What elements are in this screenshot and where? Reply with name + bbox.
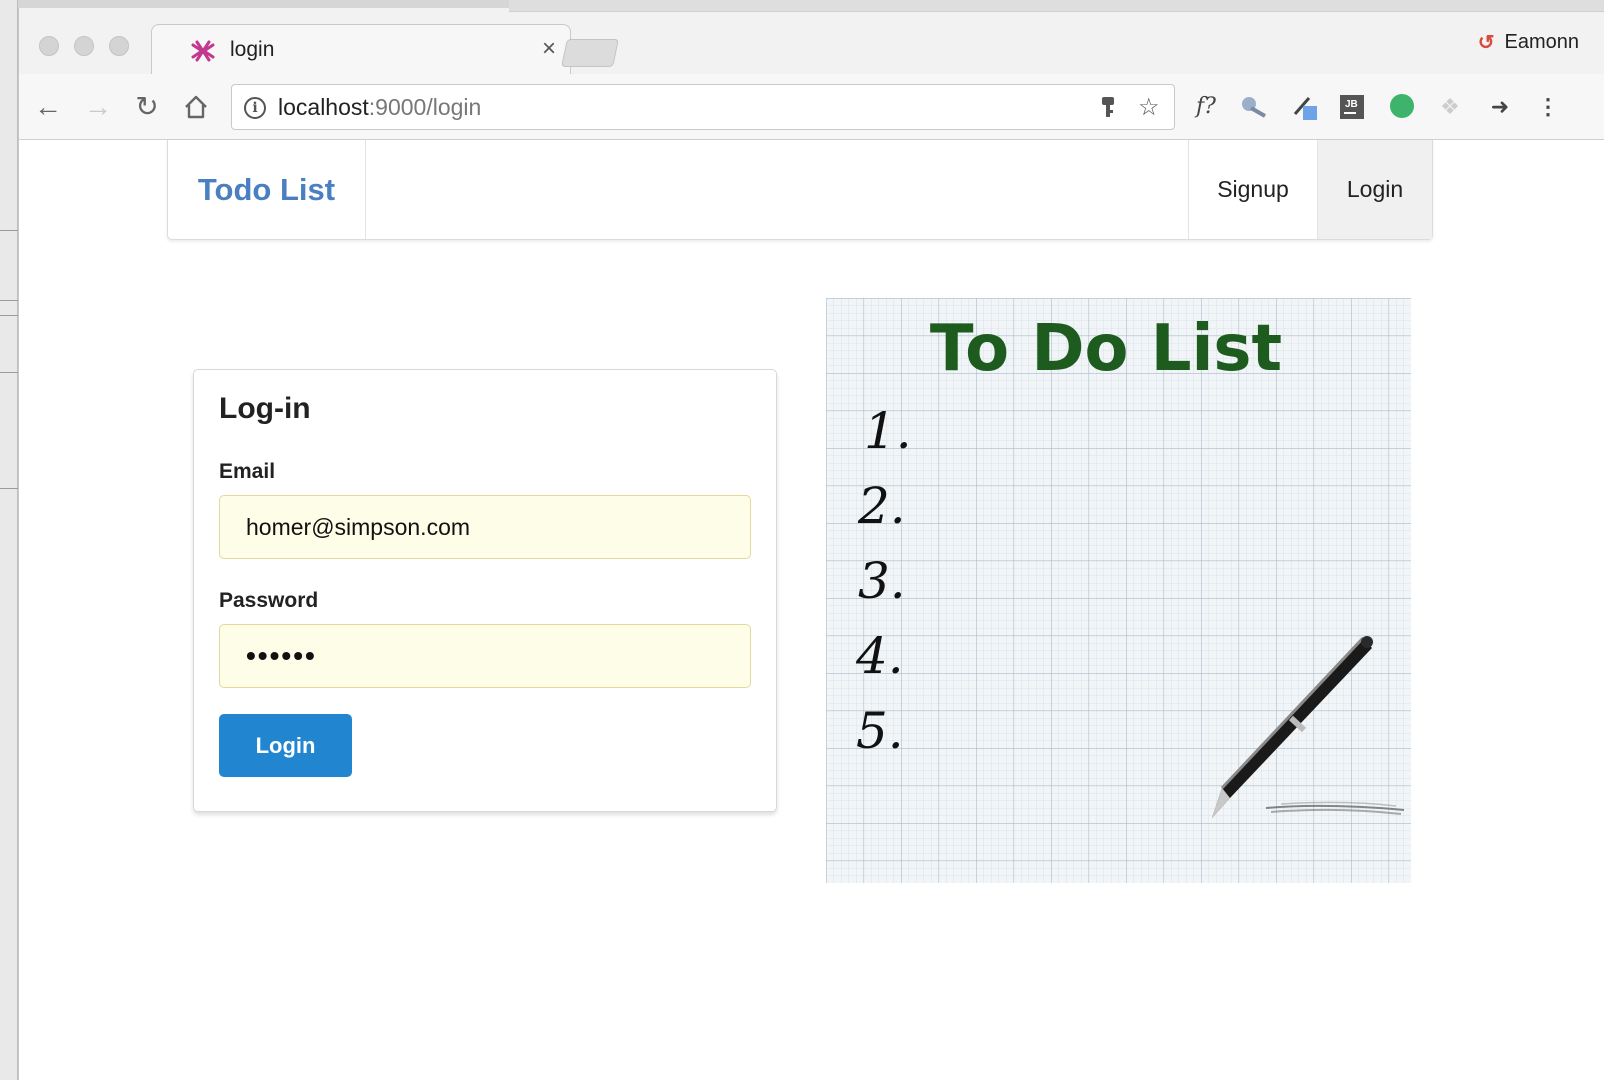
site-info-icon[interactable]: i xyxy=(244,97,266,119)
desktop-background xyxy=(0,0,18,1080)
password-label: Password xyxy=(219,589,319,612)
dropbox-extension-icon[interactable]: ❖ xyxy=(1435,92,1465,122)
reload-icon[interactable]: ↻ xyxy=(130,90,164,124)
login-card: Log-in Email homer@simpson.com Password … xyxy=(193,369,777,812)
email-label: Email xyxy=(219,460,276,483)
jetbrains-extension-icon[interactable]: JB xyxy=(1337,92,1367,122)
top-navbar: Todo List Signup Login xyxy=(167,140,1433,240)
color-picker-extension-icon[interactable] xyxy=(1289,92,1319,122)
green-extension-icon[interactable] xyxy=(1387,92,1417,122)
home-icon[interactable] xyxy=(179,90,213,124)
nav-signup-link[interactable]: Signup xyxy=(1188,140,1317,239)
tab-strip: login × ↺ Eamonn xyxy=(19,0,1604,76)
maximize-window-button[interactable] xyxy=(109,36,129,56)
minimize-window-button[interactable] xyxy=(74,36,94,56)
new-tab-button[interactable] xyxy=(561,39,619,67)
url-text[interactable]: localhost:9000/login xyxy=(278,94,481,121)
sync-error-icon: ↺ xyxy=(1477,32,1495,54)
email-field[interactable]: homer@simpson.com xyxy=(219,495,751,559)
illustration-title: To Do List xyxy=(930,312,1282,386)
tab-title: login xyxy=(230,38,275,61)
tab-strip-background xyxy=(509,0,1604,12)
browser-toolbar: ← → ↻ i localhost:9000/login ☆ f? JB ❖ ➜ xyxy=(19,74,1604,140)
todo-list-illustration: To Do List 1. 2. 3. 4. 5. xyxy=(826,298,1411,883)
svg-text:JB: JB xyxy=(1345,99,1358,110)
menu-icon[interactable]: ⋮ xyxy=(1533,92,1563,122)
profile-name: Eamonn xyxy=(1504,31,1580,53)
eyedropper-extension-icon[interactable] xyxy=(1239,92,1269,122)
key-icon[interactable] xyxy=(1098,95,1118,121)
nav-login-link[interactable]: Login xyxy=(1317,140,1432,239)
illustration-number-5: 5. xyxy=(856,702,904,760)
back-icon[interactable]: ← xyxy=(31,90,65,124)
login-button[interactable]: Login xyxy=(219,714,352,777)
illustration-number-1: 1. xyxy=(864,402,912,460)
login-title: Log-in xyxy=(219,392,311,425)
password-field[interactable]: •••••• xyxy=(219,624,751,688)
favicon-icon xyxy=(191,40,215,62)
illustration-number-3: 3. xyxy=(858,552,906,610)
address-bar[interactable]: i localhost:9000/login ☆ xyxy=(231,84,1175,130)
bookmark-star-icon[interactable]: ☆ xyxy=(1138,93,1160,122)
tab-login[interactable]: login × xyxy=(151,24,571,76)
close-window-button[interactable] xyxy=(39,36,59,56)
browser-window: login × ↺ Eamonn ← → ↻ i localhost:9000/… xyxy=(18,0,1604,1080)
close-tab-icon[interactable]: × xyxy=(542,35,556,63)
illustration-number-2: 2. xyxy=(857,477,906,535)
share-extension-icon[interactable]: ➜ xyxy=(1485,92,1515,122)
profile-button[interactable]: ↺ Eamonn xyxy=(1478,30,1579,55)
forward-icon[interactable]: → xyxy=(81,90,115,124)
illustration-number-4: 4. xyxy=(855,627,904,685)
brand-link[interactable]: Todo List xyxy=(168,140,366,239)
formula-extension-icon[interactable]: f? xyxy=(1191,92,1221,122)
page-content: Todo List Signup Login Log-in Email home… xyxy=(19,140,1604,1080)
